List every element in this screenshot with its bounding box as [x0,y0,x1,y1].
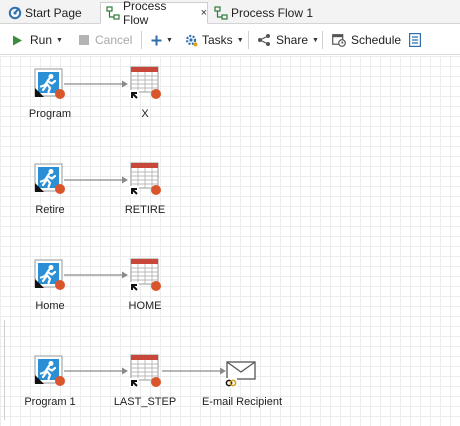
dataset-node[interactable] [128,354,162,391]
toolbar-divider [322,31,323,49]
flow-connector [64,176,128,184]
add-button[interactable]: ▼ [151,32,173,48]
dataset-node[interactable] [128,258,162,295]
properties-list-icon [409,33,421,47]
tab-label: Process Flow [123,0,167,27]
dataset-table-icon [129,258,161,291]
dataset-node[interactable] [128,66,162,103]
chevron-down-icon[interactable]: ▼ [312,37,319,44]
toolbar-divider [248,31,249,49]
tasks-gear-icon [185,34,198,47]
node-label: HOME [128,300,162,312]
node-label: RETIRE [124,204,166,216]
cancel-label: Cancel [95,33,133,47]
dataset-table-icon [129,66,161,99]
tab-bar: Start Page Process Flow × Process Flow 1 [0,0,460,27]
dataset-node[interactable] [128,162,162,199]
tab-label: Process Flow 1 [231,5,314,20]
run-button[interactable]: Run ▼ [12,32,63,48]
chevron-down-icon[interactable]: ▼ [56,37,63,44]
start-page-icon [8,6,22,20]
share-button[interactable]: Share ▼ [257,32,319,48]
flow-connector [64,271,128,279]
tab-process-flow-1[interactable]: Process Flow 1 [214,2,313,23]
close-icon[interactable]: × [201,7,207,19]
email-envelope-icon [225,361,256,388]
node-label: Retire [35,204,65,216]
node-label: LAST_STEP [113,396,177,408]
play-icon [13,35,22,45]
dataset-table-icon [129,354,161,387]
email-node[interactable] [224,360,258,393]
chevron-down-icon[interactable]: ▼ [237,37,244,44]
toolbar-divider [141,31,142,49]
properties-button[interactable] [409,32,421,48]
stop-icon [79,35,89,45]
calendar-clock-icon [332,34,346,47]
node-label: X [141,108,149,120]
tab-process-flow[interactable]: Process Flow × [100,0,208,27]
process-flow-icon [106,6,120,20]
tab-start-page[interactable]: Start Page [8,2,82,23]
dataset-table-icon [129,162,161,195]
run-label: Run [30,33,53,47]
process-flow-icon [214,5,228,20]
share-icon [258,34,270,46]
cancel-button[interactable]: Cancel [79,32,132,48]
tasks-button[interactable]: Tasks ▼ [184,32,244,48]
schedule-label: Schedule [351,33,402,47]
share-label: Share [276,33,309,47]
toolbar: Run ▼ Cancel ▼ Tasks ▼ Share ▼ Schedule [0,25,460,55]
flow-connector [64,80,128,88]
node-label: Home [35,300,65,312]
node-label: Program 1 [24,396,76,408]
chevron-down-icon[interactable]: ▼ [166,37,173,44]
node-label: E-mail Recipient [201,396,283,408]
tasks-label: Tasks [202,33,233,47]
plus-icon [151,35,162,45]
flow-connector [64,367,128,375]
schedule-button[interactable]: Schedule [332,32,401,48]
tab-label: Start Page [25,5,82,20]
flow-connector [162,367,226,375]
node-label: Program [28,108,72,120]
process-flow-canvas[interactable]: Program X Retire RETIRE Home HOME Progra… [0,56,460,426]
